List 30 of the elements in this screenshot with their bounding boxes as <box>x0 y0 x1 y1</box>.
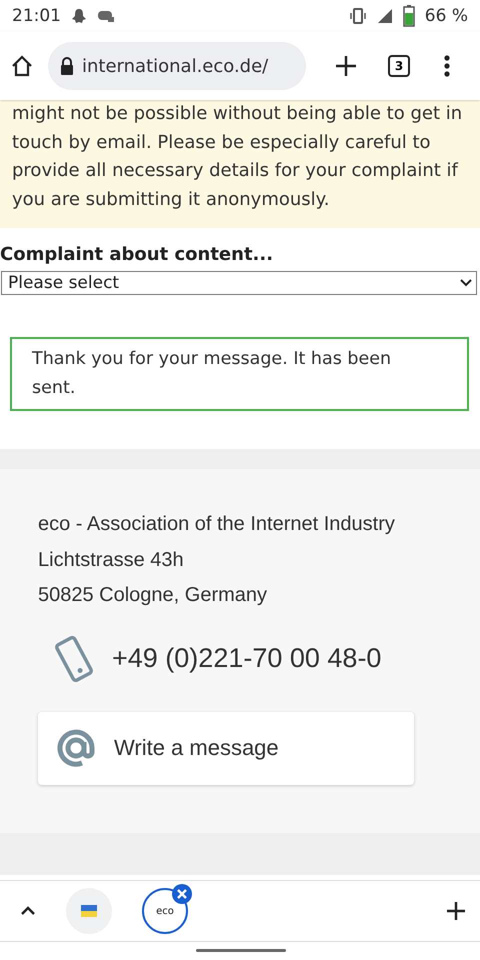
success-message: Thank you for your message. It has been sent. <box>10 337 469 411</box>
field-label: Complaint about content... <box>0 244 274 265</box>
tab-thumbnail[interactable] <box>66 888 112 934</box>
battery-percent: 66 % <box>424 6 468 26</box>
plus-icon[interactable] <box>334 54 358 78</box>
lock-icon <box>60 57 74 75</box>
vibrate-icon <box>348 8 367 24</box>
complaint-select[interactable]: Please select <box>1 271 477 295</box>
flag-icon <box>81 905 97 917</box>
notice-text: might not be possible without being able to get in touch by email. Please be especially careful to provide all necessary details for your complaint if you are submitting it anonymously. <box>0 100 480 228</box>
gamepad-icon <box>97 9 115 23</box>
tab-count[interactable]: 3 <box>388 55 410 77</box>
address-bar[interactable]: international.eco.de/ <box>48 42 306 90</box>
at-sign-icon <box>56 728 96 768</box>
close-icon[interactable] <box>172 884 192 904</box>
chevron-up-icon[interactable] <box>20 906 36 916</box>
logo-text: eco <box>156 906 174 916</box>
clock-time: 21:01 <box>12 6 61 26</box>
ghost-icon <box>71 8 87 24</box>
address-line: 50825 Cologne, Germany <box>38 583 268 608</box>
more-icon[interactable] <box>444 55 450 77</box>
plus-icon[interactable] <box>446 901 466 921</box>
address-line: Lichtstrasse 43h <box>38 548 185 572</box>
phone-icon <box>54 636 94 682</box>
phone-number[interactable]: +49 (0)221-70 00 48-0 <box>112 643 382 674</box>
write-message-button[interactable]: Write a message <box>38 712 414 784</box>
battery-icon <box>402 5 415 27</box>
address-line: eco - Association of the Internet Industry <box>38 512 396 537</box>
signal-icon <box>376 8 393 24</box>
home-icon[interactable] <box>10 54 34 78</box>
